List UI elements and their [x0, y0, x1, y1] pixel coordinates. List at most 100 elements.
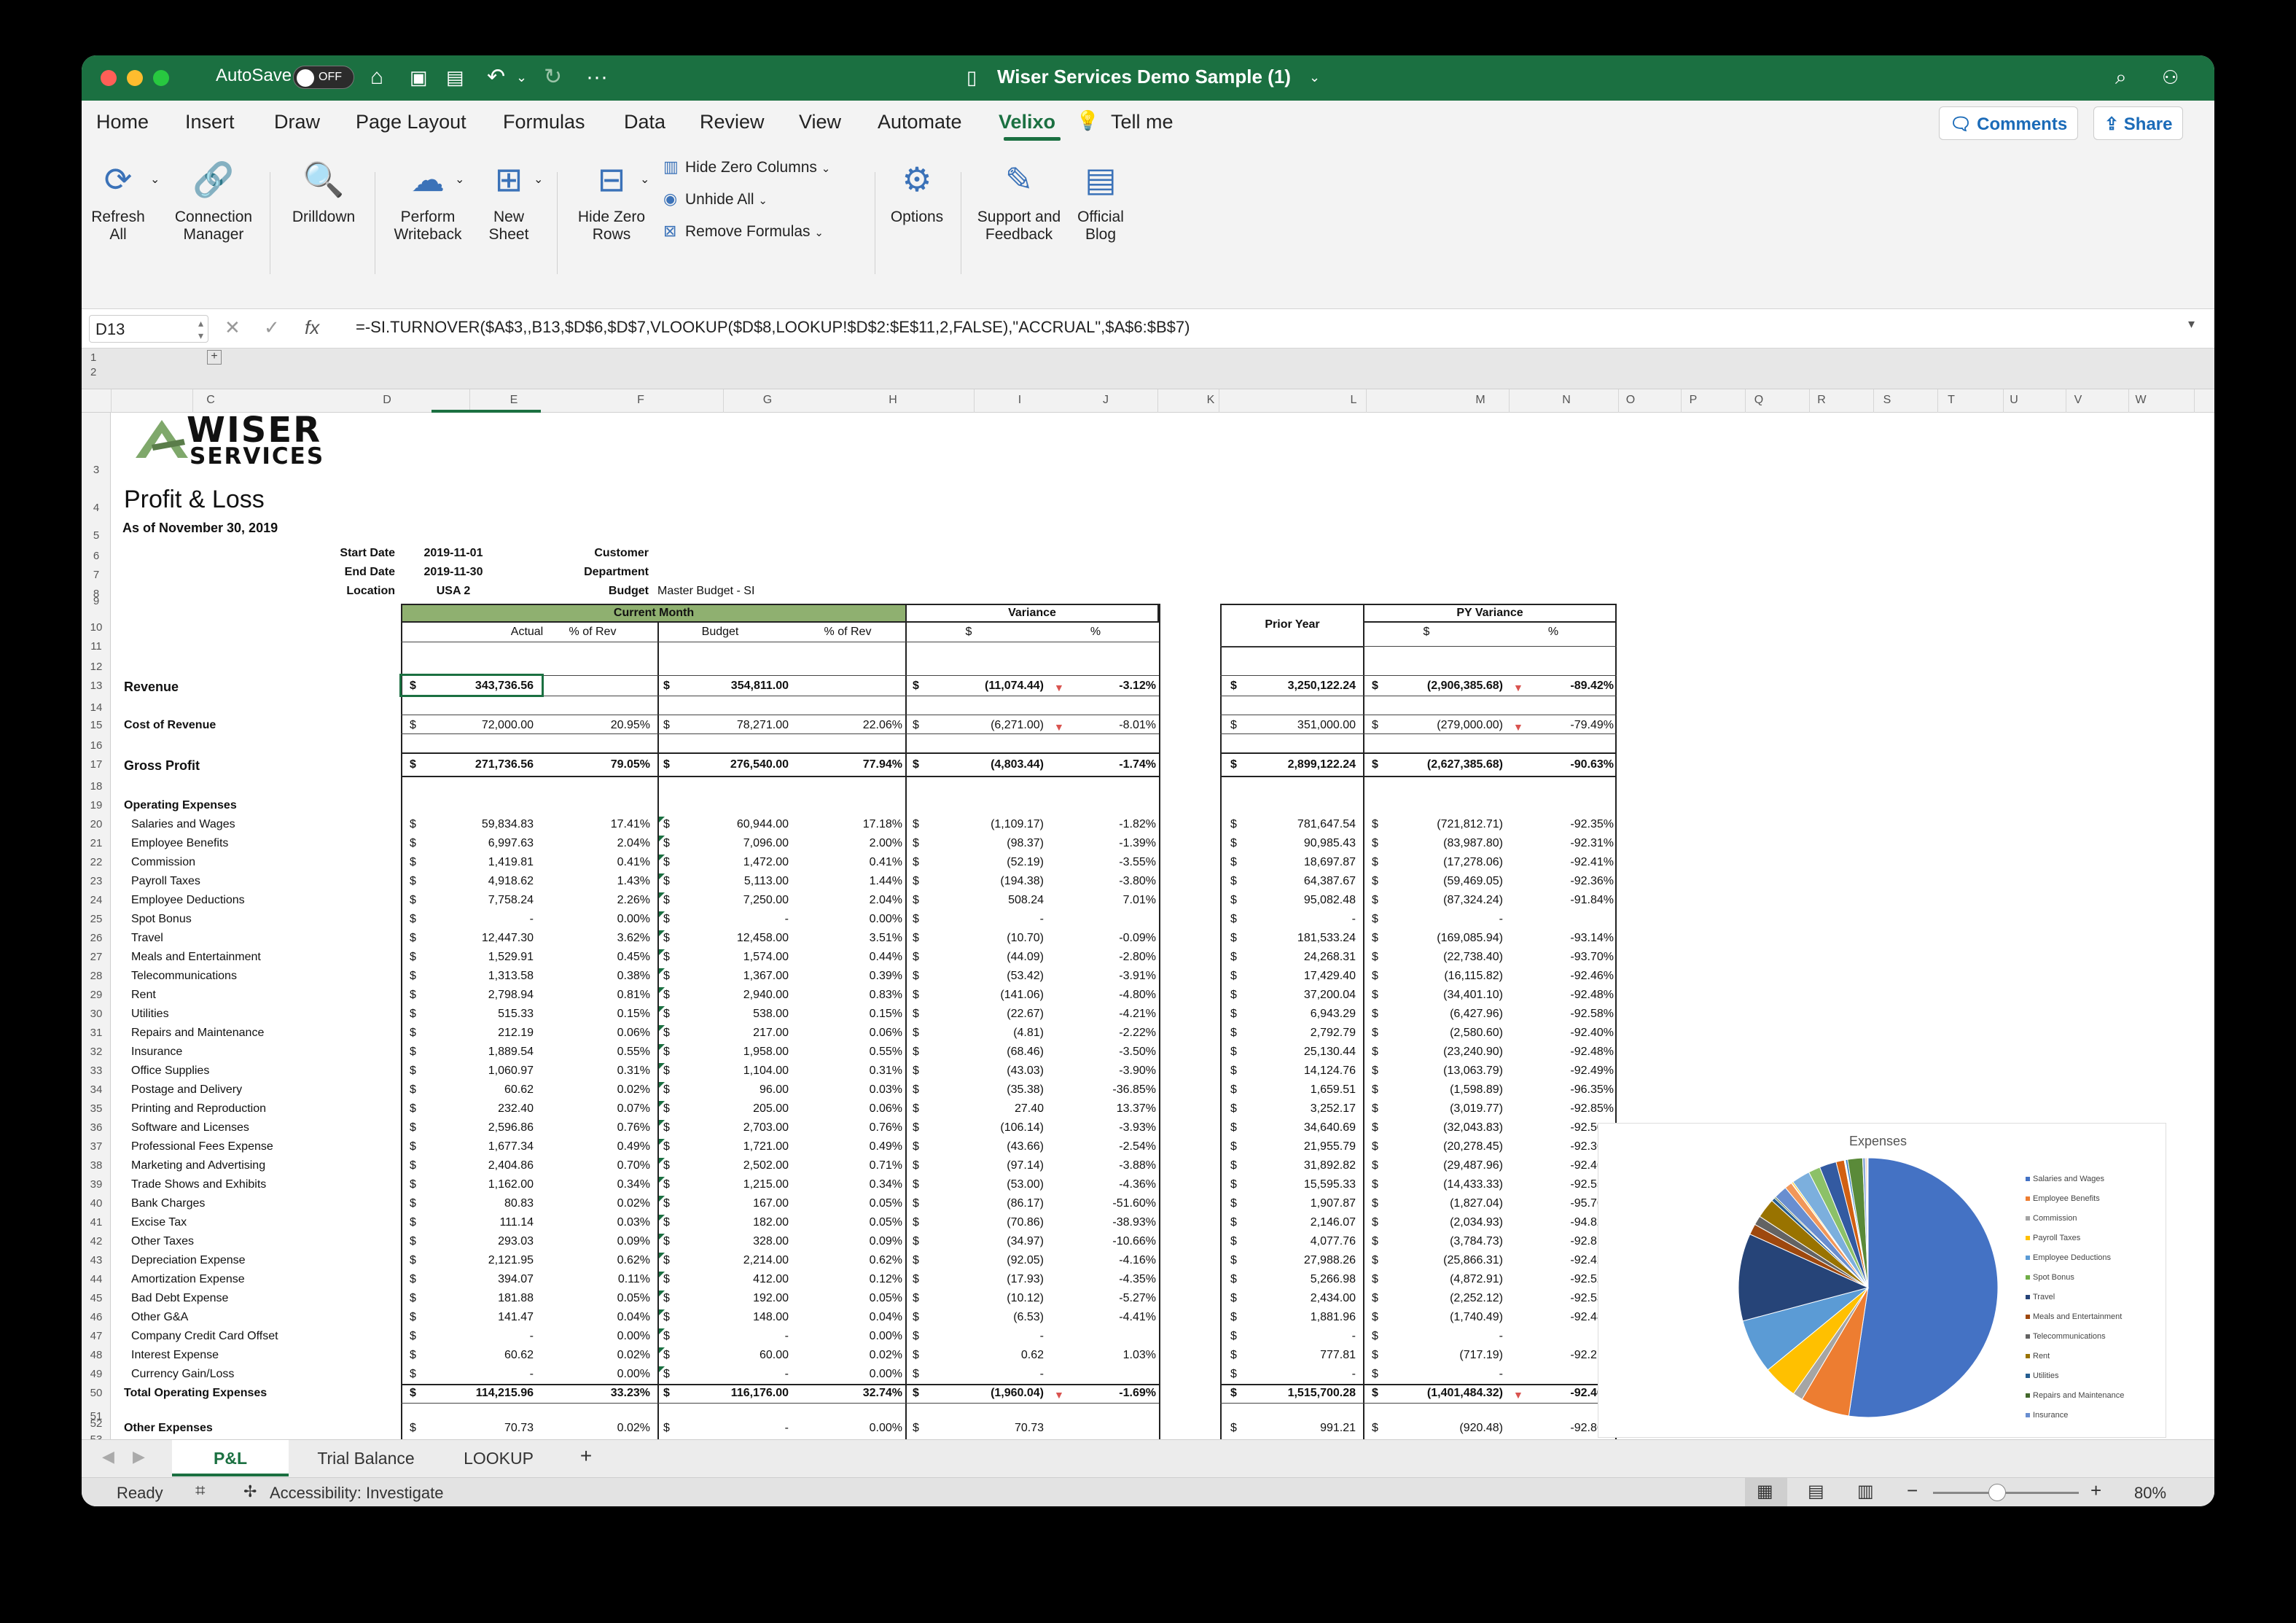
column-header-q[interactable]: Q — [1748, 394, 1770, 407]
row-header-33[interactable]: 33 — [82, 1065, 111, 1077]
row-header-11[interactable]: 11 — [82, 640, 111, 653]
column-header-c[interactable]: C — [200, 394, 222, 407]
worksheet-grid[interactable]: WISER SERVICES Profit & Loss As of Novem… — [111, 413, 2214, 1501]
expand-group-icon[interactable]: + — [207, 350, 222, 365]
row-header-32[interactable]: 32 — [82, 1046, 111, 1058]
row-header-25[interactable]: 25 — [82, 913, 111, 925]
menu-insert[interactable]: Insert — [185, 111, 235, 133]
refresh-all-button[interactable]: ⟳ Refresh All — [87, 157, 149, 244]
outline-level-1[interactable]: 1 — [90, 351, 96, 364]
row-header-21[interactable]: 21 — [82, 837, 111, 849]
official-blog-button[interactable]: ▤ Official Blog — [1070, 157, 1131, 244]
column-header-u[interactable]: U — [2003, 394, 2025, 407]
row-header-10[interactable]: 10 — [82, 621, 111, 634]
normal-view-button[interactable]: ▦ — [1745, 1478, 1787, 1506]
expand-formula-icon[interactable]: ▾ — [2188, 316, 2195, 332]
menu-draw[interactable]: Draw — [274, 111, 320, 133]
hide-zero-columns-button[interactable]: ▥ Hide Zero Columns ⌄ — [663, 157, 830, 176]
pie-slice-interest-expense[interactable] — [1867, 1157, 1869, 1288]
row-header-43[interactable]: 43 — [82, 1254, 111, 1266]
close-window-button[interactable] — [101, 70, 117, 86]
row-header-29[interactable]: 29 — [82, 989, 111, 1001]
row-header-27[interactable]: 27 — [82, 951, 111, 963]
column-header-r[interactable]: R — [1811, 394, 1832, 407]
zoom-slider[interactable] — [1933, 1492, 2079, 1494]
drilldown-button[interactable]: 🔍 Drilldown — [283, 157, 364, 226]
row-header-45[interactable]: 45 — [82, 1292, 111, 1304]
more-icon[interactable]: ··· — [586, 63, 608, 92]
column-header-v[interactable]: V — [2067, 394, 2089, 407]
column-header-f[interactable]: F — [630, 394, 652, 407]
menu-formulas[interactable]: Formulas — [503, 111, 585, 133]
pie-slice-salaries-and-wages[interactable] — [1848, 1157, 1999, 1418]
row-header-15[interactable]: 15 — [82, 719, 111, 731]
name-box-stepper-icon[interactable]: ▴ ▾ — [198, 317, 203, 342]
support-feedback-button[interactable]: ✎ Support and Feedback — [972, 157, 1066, 244]
accessibility-status[interactable]: Accessibility: Investigate — [270, 1484, 443, 1503]
perform-writeback-button[interactable]: ☁ Perform Writeback — [388, 157, 468, 244]
row-header-38[interactable]: 38 — [82, 1159, 111, 1172]
expenses-chart[interactable]: Expenses Salaries and Wages Employee Bene… — [1598, 1123, 2166, 1438]
row-header-36[interactable]: 36 — [82, 1121, 111, 1134]
add-sheet-button[interactable]: + — [564, 1440, 608, 1476]
page-layout-view-icon[interactable]: ▤ — [1808, 1481, 1824, 1502]
column-header-t[interactable]: T — [1940, 394, 1962, 407]
refresh-dropdown-icon[interactable]: ⌄ — [150, 172, 160, 187]
save-icon[interactable]: ▣ — [410, 63, 428, 92]
formula-input[interactable]: =-SI.TURNOVER($A$3,,B13,$D$6,$D$7,VLOOKU… — [356, 318, 1190, 337]
prev-sheet-icon[interactable]: ◀ — [102, 1447, 114, 1466]
options-button[interactable]: ⚙ Options — [883, 157, 950, 226]
menu-data[interactable]: Data — [624, 111, 665, 133]
row-header-9[interactable]: 9 — [82, 595, 111, 607]
row-header-26[interactable]: 26 — [82, 932, 111, 944]
column-header-d[interactable]: D — [376, 394, 398, 407]
cancel-icon[interactable]: ✕ — [224, 316, 241, 339]
row-header-18[interactable]: 18 — [82, 780, 111, 793]
column-header-n[interactable]: N — [1555, 394, 1577, 407]
row-header-39[interactable]: 39 — [82, 1178, 111, 1191]
menu-automate[interactable]: Automate — [878, 111, 962, 133]
row-header-34[interactable]: 34 — [82, 1083, 111, 1096]
row-header-20[interactable]: 20 — [82, 818, 111, 830]
row-header-28[interactable]: 28 — [82, 970, 111, 982]
undo-dropdown-icon[interactable]: ⌄ — [516, 63, 527, 92]
row-header-46[interactable]: 46 — [82, 1311, 111, 1323]
next-sheet-icon[interactable]: ▶ — [133, 1447, 145, 1466]
tab-trial-balance[interactable]: Trial Balance — [293, 1440, 439, 1476]
hide-zero-rows-button[interactable]: ⊟ Hide Zero Rows — [571, 157, 652, 244]
hide-rows-dropdown-icon[interactable]: ⌄ — [640, 172, 649, 187]
menu-view[interactable]: View — [799, 111, 841, 133]
row-header-22[interactable]: 22 — [82, 856, 111, 868]
row-header-12[interactable]: 12 — [82, 661, 111, 673]
row-header-52[interactable]: 52 — [82, 1417, 111, 1430]
row-header-49[interactable]: 49 — [82, 1368, 111, 1380]
save-as-icon[interactable]: ▤ — [446, 63, 464, 92]
menu-review[interactable]: Review — [700, 111, 765, 133]
column-header-w[interactable]: W — [2130, 394, 2152, 407]
zoom-in-icon[interactable]: + — [2090, 1479, 2101, 1502]
column-header-j[interactable]: J — [1095, 394, 1117, 407]
search-icon[interactable]: ⌕ — [2115, 63, 2127, 92]
comments-button[interactable]: 🗨 Comments — [1939, 106, 2079, 140]
column-header-m[interactable]: M — [1469, 394, 1491, 407]
new-sheet-button[interactable]: ⊞ New Sheet — [478, 157, 539, 244]
row-header-31[interactable]: 31 — [82, 1027, 111, 1039]
row-header-19[interactable]: 19 — [82, 799, 111, 812]
row-header-48[interactable]: 48 — [82, 1349, 111, 1361]
row-header-4[interactable]: 4 — [82, 502, 111, 514]
row-header-3[interactable]: 3 — [82, 464, 111, 476]
column-header-i[interactable]: I — [1009, 394, 1031, 407]
row-header-5[interactable]: 5 — [82, 529, 111, 542]
row-header-7[interactable]: 7 — [82, 569, 111, 581]
writeback-dropdown-icon[interactable]: ⌄ — [455, 172, 464, 187]
home-icon[interactable]: ⌂ — [370, 63, 383, 92]
column-header-g[interactable]: G — [757, 394, 778, 407]
row-header-6[interactable]: 6 — [82, 550, 111, 562]
row-header-14[interactable]: 14 — [82, 701, 111, 714]
row-header-24[interactable]: 24 — [82, 894, 111, 906]
row-header-40[interactable]: 40 — [82, 1197, 111, 1210]
new-sheet-dropdown-icon[interactable]: ⌄ — [534, 172, 543, 187]
row-header-47[interactable]: 47 — [82, 1330, 111, 1342]
row-header-16[interactable]: 16 — [82, 739, 111, 752]
autosave-toggle[interactable]: OFF — [293, 66, 354, 89]
